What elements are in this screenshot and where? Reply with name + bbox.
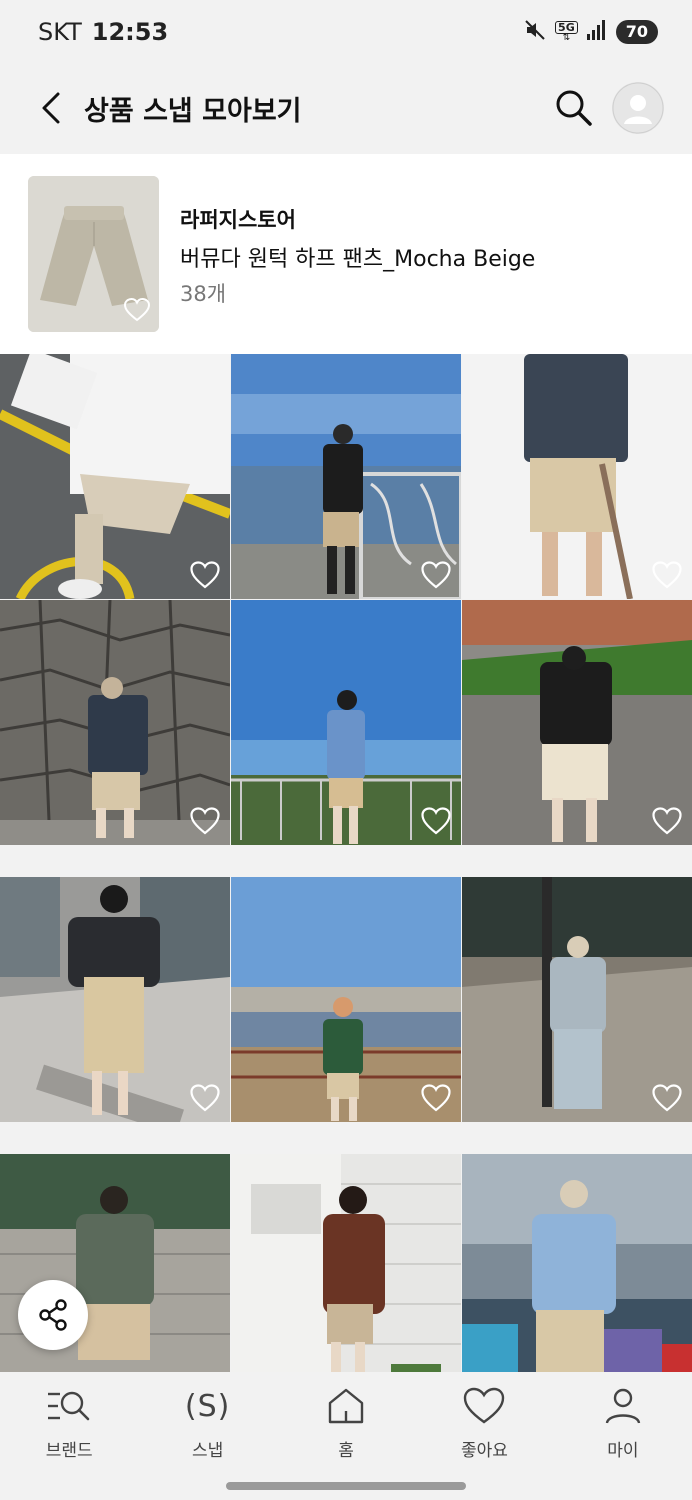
status-left: SKT 12:53 (38, 18, 168, 46)
heart-icon[interactable] (652, 1084, 682, 1112)
heart-icon[interactable] (652, 807, 682, 835)
heart-icon (460, 1386, 508, 1426)
snap-tile[interactable] (462, 1154, 692, 1372)
signal-icon (586, 19, 608, 45)
snap-tile[interactable] (231, 877, 461, 1122)
snap-image (231, 1154, 461, 1372)
clock: 12:53 (91, 18, 169, 46)
product-thumbnail[interactable] (28, 176, 159, 332)
status-right: 5G ⇅ 70 (523, 18, 658, 46)
bottom-nav: 브랜드 (S) 스냅 홈 좋아요 마이 (0, 1372, 692, 1472)
snap-count: 38개 (180, 282, 227, 306)
snap-tile[interactable] (231, 354, 461, 599)
nav-likes[interactable]: 좋아요 (415, 1372, 553, 1472)
share-button[interactable] (18, 1280, 88, 1350)
person-icon (599, 1386, 647, 1426)
snap-tile[interactable] (231, 600, 461, 845)
snap-tile[interactable] (0, 877, 230, 1122)
search-button[interactable] (552, 86, 596, 130)
back-button[interactable] (34, 88, 70, 128)
nav-snap[interactable]: (S) 스냅 (138, 1372, 276, 1472)
network-icon: 5G ⇅ (555, 21, 578, 43)
heart-icon[interactable] (652, 561, 682, 589)
status-bar: SKT 12:53 5G ⇅ 70 (0, 0, 692, 64)
nav-likes-label: 좋아요 (460, 1441, 508, 1461)
nav-brand[interactable]: 브랜드 (0, 1372, 138, 1472)
nav-my[interactable]: 마이 (554, 1372, 692, 1472)
nav-snap-label: 스냅 (191, 1441, 224, 1461)
heart-icon[interactable] (124, 298, 150, 322)
heart-icon[interactable] (190, 561, 220, 589)
heart-icon[interactable] (190, 807, 220, 835)
nav-home[interactable]: 홈 (277, 1372, 415, 1472)
snap-tile[interactable] (0, 354, 230, 599)
nav-my-label: 마이 (607, 1441, 639, 1461)
snap-tile[interactable] (0, 600, 230, 845)
snap-tile[interactable] (462, 354, 692, 599)
heart-icon[interactable] (421, 807, 451, 835)
product-name: 버뮤다 원턱 하프 팬츠_Mocha Beige (180, 247, 536, 272)
heart-icon[interactable] (421, 1084, 451, 1112)
carrier-label: SKT (38, 18, 82, 46)
nav-brand-label: 브랜드 (45, 1441, 93, 1461)
nav-home-label: 홈 (338, 1441, 354, 1461)
chevron-left-icon (42, 92, 60, 124)
page-title: 상품 스냅 모아보기 (84, 96, 302, 127)
heart-icon[interactable] (421, 561, 451, 589)
snap-tile[interactable] (462, 600, 692, 845)
avatar[interactable] (612, 82, 664, 134)
product-card[interactable]: 라퍼지스토어 버뮤다 원턱 하프 팬츠_Mocha Beige 38개 (0, 154, 692, 354)
heart-icon[interactable] (190, 1084, 220, 1112)
home-icon (322, 1386, 370, 1426)
snap-glyph: (S) (184, 1388, 231, 1424)
snap-grid (0, 354, 692, 1372)
snap-icon: (S) (184, 1386, 232, 1426)
app-header: 상품 스냅 모아보기 (0, 64, 692, 154)
search-icon (556, 90, 592, 126)
home-indicator[interactable] (226, 1482, 466, 1490)
share-icon (39, 1299, 67, 1331)
snap-tile[interactable] (231, 1154, 461, 1372)
mute-icon (523, 18, 547, 46)
user-avatar-icon (612, 82, 664, 134)
snap-image (462, 1154, 692, 1372)
battery-indicator: 70 (615, 20, 658, 44)
brand-search-icon (45, 1386, 93, 1426)
brand-name[interactable]: 라퍼지스토어 (180, 204, 296, 234)
snap-tile[interactable] (462, 877, 692, 1122)
